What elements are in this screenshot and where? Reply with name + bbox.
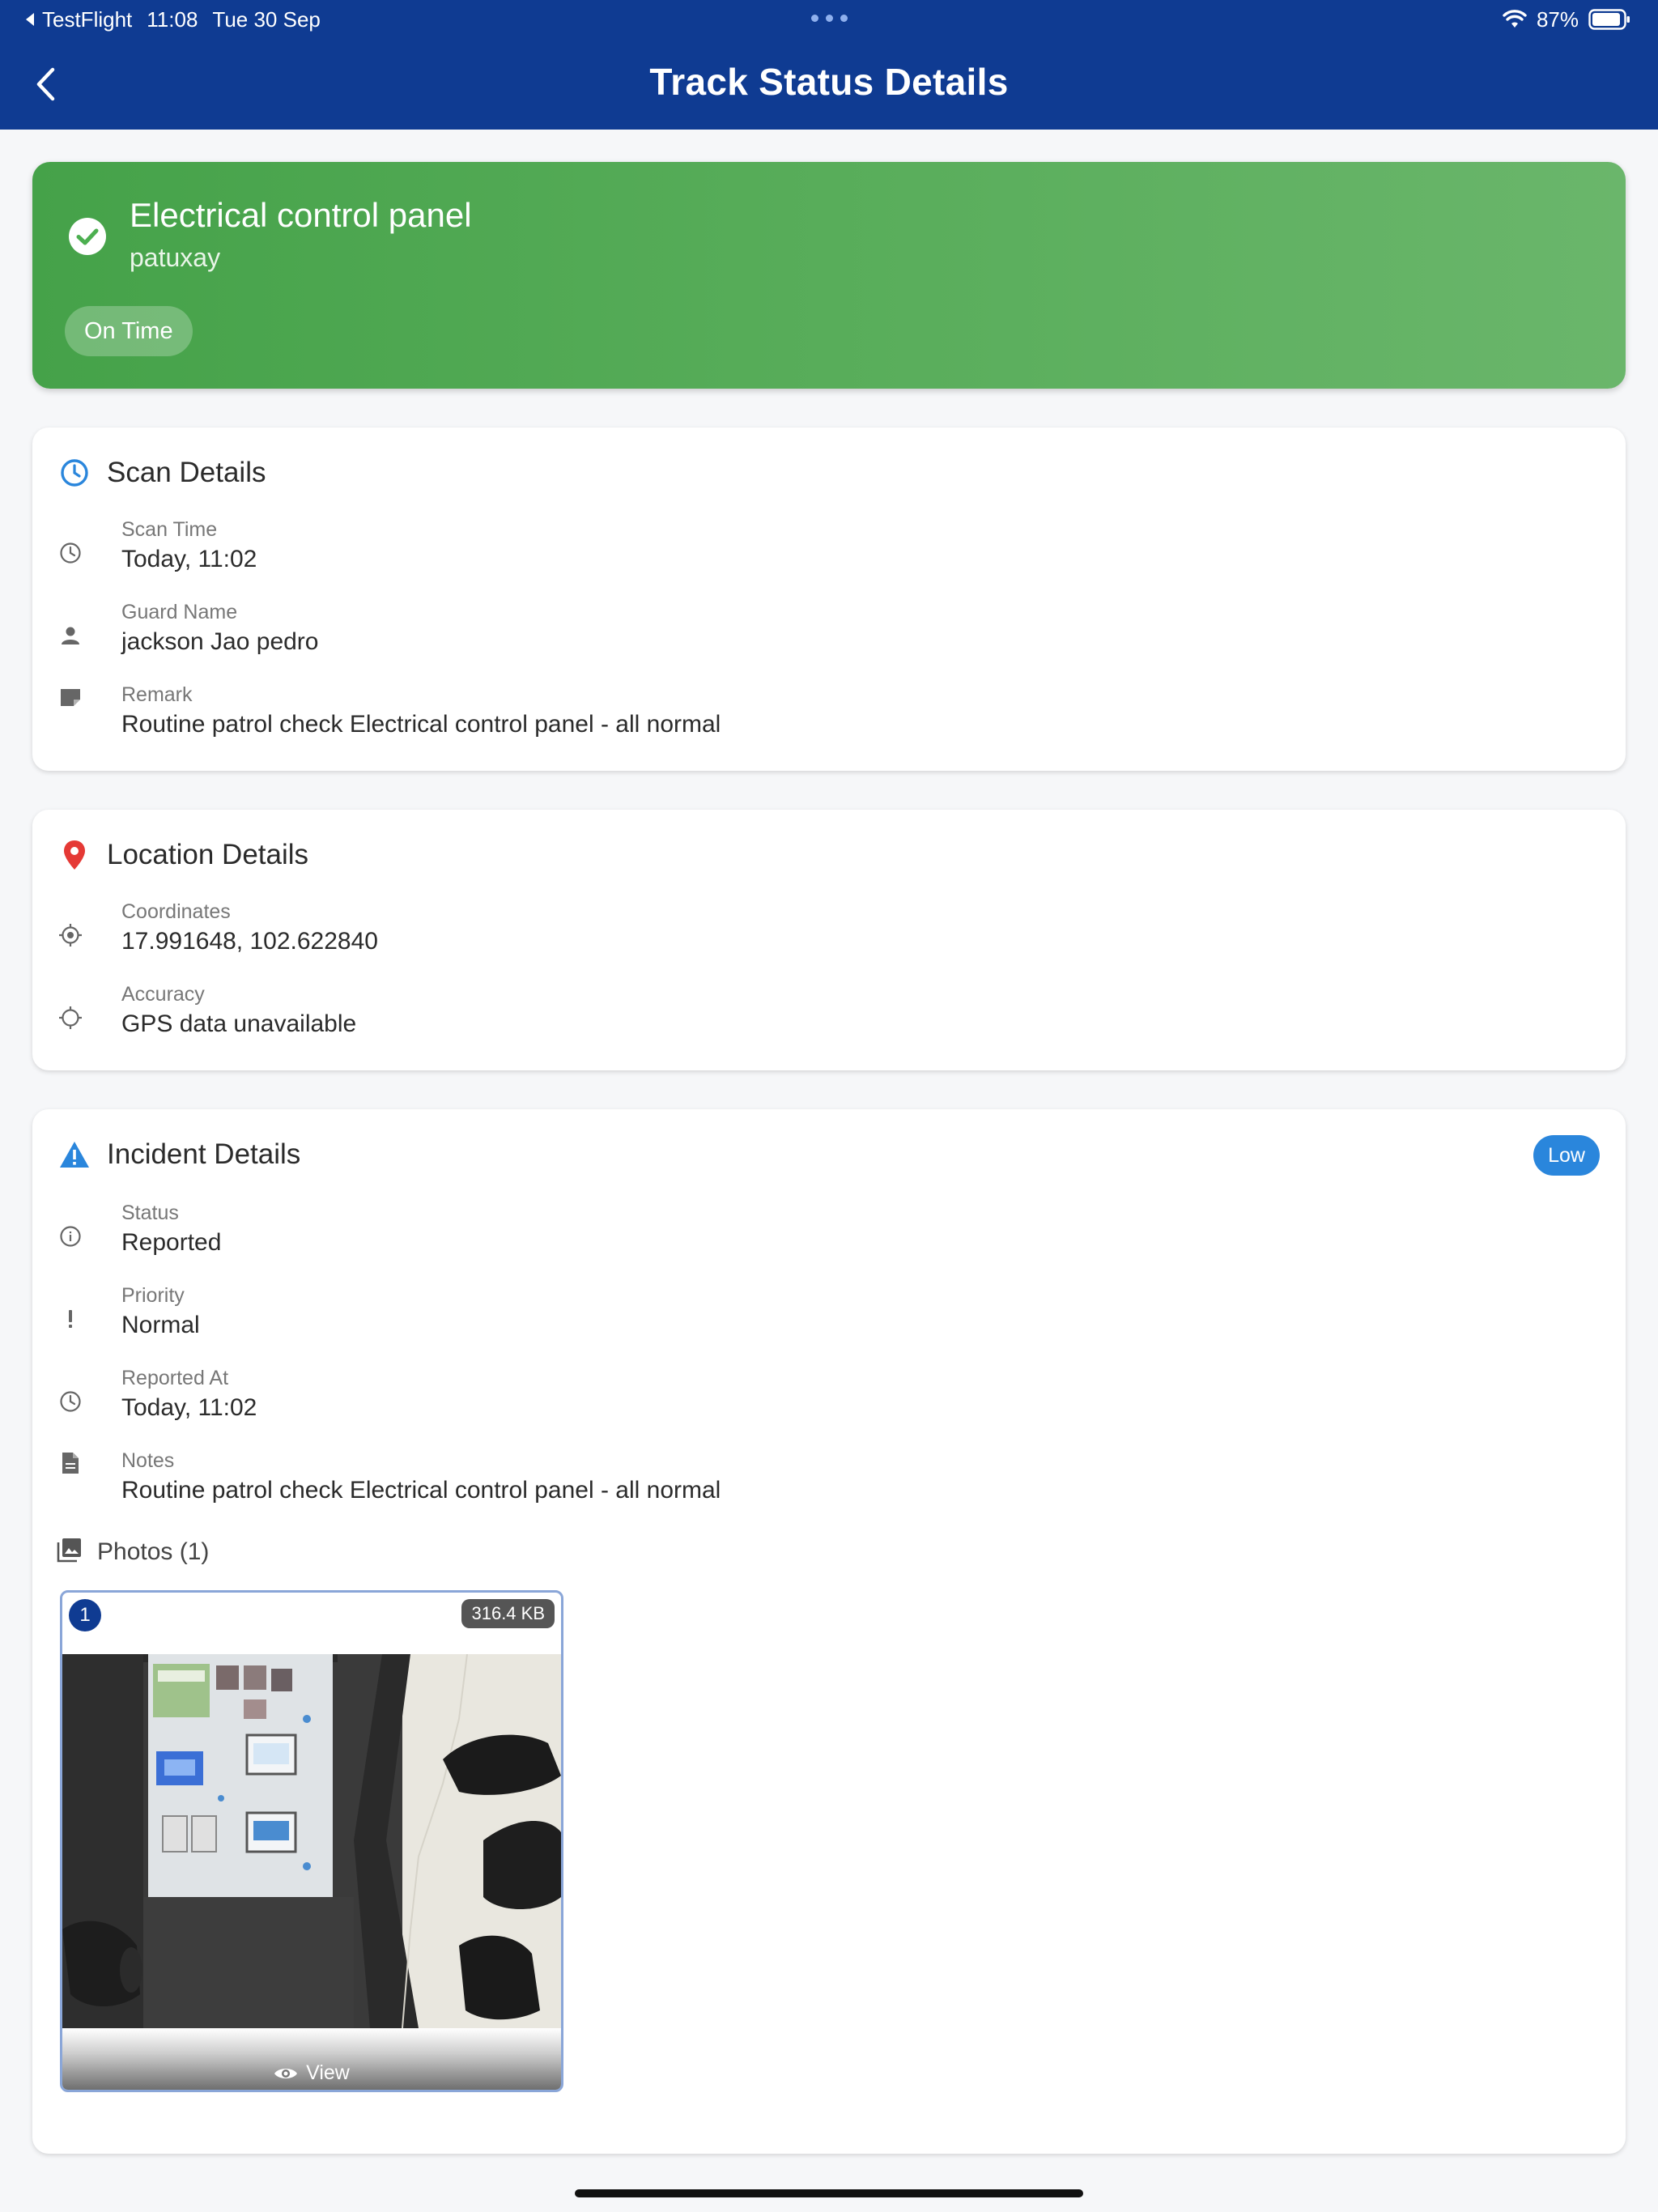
battery-percent: 87% (1536, 7, 1579, 32)
scan-details-title: Scan Details (107, 457, 266, 488)
back-to-app-link[interactable]: TestFlight (24, 6, 132, 32)
my-location-icon (57, 921, 84, 949)
scan-time-value: Today, 11:02 (121, 546, 257, 572)
accuracy-label: Accuracy (121, 983, 205, 1006)
photo-index-badge: 1 (69, 1599, 101, 1631)
photo-footer: View (62, 2028, 561, 2090)
status-time: 11:08 (147, 7, 198, 32)
crosshair-icon (57, 1004, 84, 1032)
incident-details-card: Incident Details Low Status Reported Pri… (32, 1109, 1626, 2154)
guard-name-label: Guard Name (121, 601, 238, 623)
coordinates-value: 17.991648, 102.622840 (121, 928, 378, 955)
location-details-header: Location Details (57, 837, 308, 873)
clock-icon (57, 1388, 84, 1415)
multitasking-dots[interactable] (811, 15, 848, 22)
scan-details-card: Scan Details Scan Time Today, 11:02 Guar… (32, 428, 1626, 771)
severity-badge: Low (1533, 1135, 1600, 1176)
warning-icon (57, 1137, 92, 1172)
person-icon (57, 622, 84, 649)
notes-label: Notes (121, 1449, 175, 1472)
scan-time-label: Scan Time (121, 518, 218, 541)
photo-library-icon (57, 1537, 83, 1567)
priority-label: Priority (121, 1284, 185, 1307)
electrical-panel-photo (62, 1654, 561, 2028)
info-icon (57, 1223, 84, 1250)
photo-size-badge: 316.4 KB (461, 1599, 555, 1628)
incident-details-header: Incident Details (57, 1137, 300, 1172)
top-bar: TestFlight 11:08 Tue 30 Sep 87% Track St… (0, 0, 1658, 130)
status-bar-right: 87% (1503, 6, 1630, 32)
scan-details-header: Scan Details (57, 455, 266, 491)
eye-icon (274, 2068, 298, 2078)
view-label: View (306, 2061, 350, 2084)
incident-details-title: Incident Details (107, 1138, 301, 1170)
reported-at-value: Today, 11:02 (121, 1394, 257, 1421)
clock-icon (57, 539, 84, 567)
remark-label: Remark (121, 683, 193, 706)
location-details-card: Location Details Coordinates 17.991648, … (32, 810, 1626, 1070)
view-photo-button[interactable]: View (62, 2061, 561, 2085)
wifi-icon (1503, 10, 1527, 28)
status-summary-card: Electrical control panel patuxay On Time (32, 162, 1626, 389)
site-name: patuxay (130, 243, 221, 272)
status-bar-left: TestFlight 11:08 Tue 30 Sep (24, 6, 321, 32)
document-icon (57, 1449, 84, 1477)
location-details-title: Location Details (107, 839, 309, 870)
battery-icon (1588, 9, 1630, 30)
map-pin-icon (57, 837, 92, 873)
check-circle-icon (69, 218, 106, 255)
back-app-label: TestFlight (42, 7, 133, 32)
photos-header: Photos (1) (57, 1537, 209, 1567)
status-value: Reported (121, 1229, 222, 1256)
remark-value: Routine patrol check Electrical control … (121, 711, 721, 738)
photo-thumbnail[interactable]: 1 316.4 KB View (60, 1590, 563, 2092)
photos-title: Photos (1) (97, 1538, 210, 1565)
checkpoint-name: Electrical control panel (130, 196, 472, 234)
clock-icon (57, 455, 92, 491)
status-label: Status (121, 1202, 179, 1224)
priority-value: Normal (121, 1312, 200, 1338)
on-time-badge: On Time (65, 306, 193, 356)
coordinates-label: Coordinates (121, 900, 231, 923)
note-icon (57, 683, 84, 711)
exclamation-icon (57, 1305, 84, 1333)
notes-value: Routine patrol check Electrical control … (121, 1477, 721, 1504)
back-triangle-icon (26, 13, 34, 26)
reported-at-label: Reported At (121, 1367, 229, 1389)
status-date: Tue 30 Sep (212, 7, 321, 32)
home-indicator[interactable] (575, 2189, 1083, 2197)
page-title: Track Status Details (649, 61, 1009, 103)
guard-name-value: jackson Jao pedro (121, 628, 319, 655)
accuracy-value: GPS data unavailable (121, 1010, 357, 1037)
